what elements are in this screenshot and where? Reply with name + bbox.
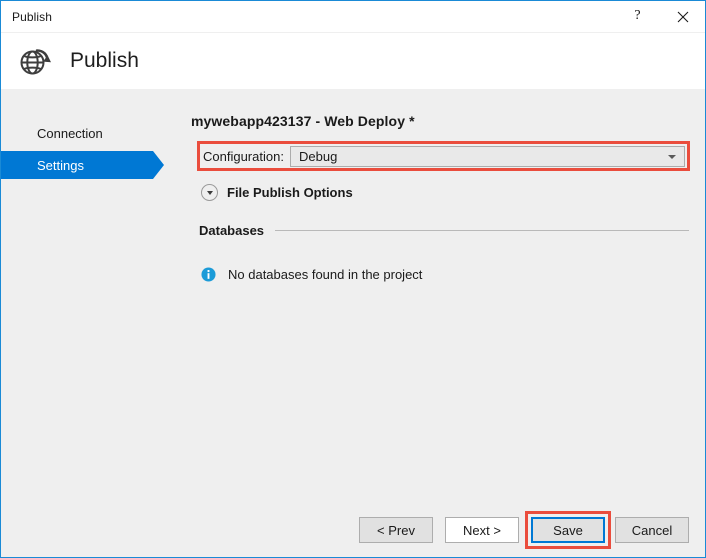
cancel-button[interactable]: Cancel bbox=[615, 517, 689, 543]
publish-dialog: Publish ? Publish bbox=[0, 0, 706, 558]
question-mark-icon: ? bbox=[634, 9, 640, 24]
configuration-label: Configuration: bbox=[203, 149, 290, 164]
save-button[interactable]: Save bbox=[531, 517, 605, 543]
close-icon bbox=[677, 11, 689, 23]
dialog-body: Connection Settings mywebapp423137 - Web… bbox=[1, 89, 705, 557]
page-title: mywebapp423137 - Web Deploy * bbox=[191, 113, 691, 129]
selection-arrow-icon bbox=[153, 151, 164, 179]
sidebar-item-connection[interactable]: Connection bbox=[1, 119, 176, 147]
configuration-dropdown[interactable]: Debug bbox=[290, 146, 685, 167]
file-publish-options-label: File Publish Options bbox=[227, 185, 353, 200]
save-button-label: Save bbox=[553, 523, 583, 538]
sidebar-item-label: Settings bbox=[37, 158, 84, 173]
settings-panel: mywebapp423137 - Web Deploy * Configurat… bbox=[191, 89, 691, 557]
databases-info-line: No databases found in the project bbox=[201, 267, 422, 282]
databases-info-text: No databases found in the project bbox=[228, 267, 422, 282]
sidebar-item-label: Connection bbox=[37, 126, 103, 141]
prev-button[interactable]: < Prev bbox=[359, 517, 433, 543]
databases-group-header: Databases bbox=[199, 223, 689, 238]
dialog-header-title: Publish bbox=[70, 49, 139, 73]
sidebar: Connection Settings bbox=[1, 89, 176, 557]
globe-publish-icon bbox=[16, 43, 52, 79]
help-button[interactable]: ? bbox=[615, 1, 660, 32]
configuration-row: Configuration: Debug bbox=[203, 147, 685, 166]
cancel-button-label: Cancel bbox=[632, 523, 672, 538]
file-publish-options-expander[interactable]: File Publish Options bbox=[201, 184, 353, 201]
next-button[interactable]: Next > bbox=[445, 517, 519, 543]
info-icon bbox=[201, 267, 216, 282]
divider bbox=[275, 230, 689, 231]
window-title: Publish bbox=[12, 10, 52, 24]
next-button-label: Next > bbox=[463, 523, 501, 538]
sidebar-item-settings[interactable]: Settings bbox=[1, 151, 153, 179]
chevron-down-icon bbox=[207, 191, 213, 195]
expander-circle bbox=[201, 184, 218, 201]
title-bar: Publish ? bbox=[1, 1, 705, 32]
close-button[interactable] bbox=[660, 1, 705, 32]
dialog-footer: < Prev Next > Save Cancel bbox=[1, 503, 705, 557]
chevron-down-icon bbox=[668, 155, 676, 159]
databases-label: Databases bbox=[199, 223, 264, 238]
configuration-value: Debug bbox=[299, 149, 337, 164]
dialog-header: Publish bbox=[1, 32, 705, 89]
prev-button-label: < Prev bbox=[377, 523, 415, 538]
